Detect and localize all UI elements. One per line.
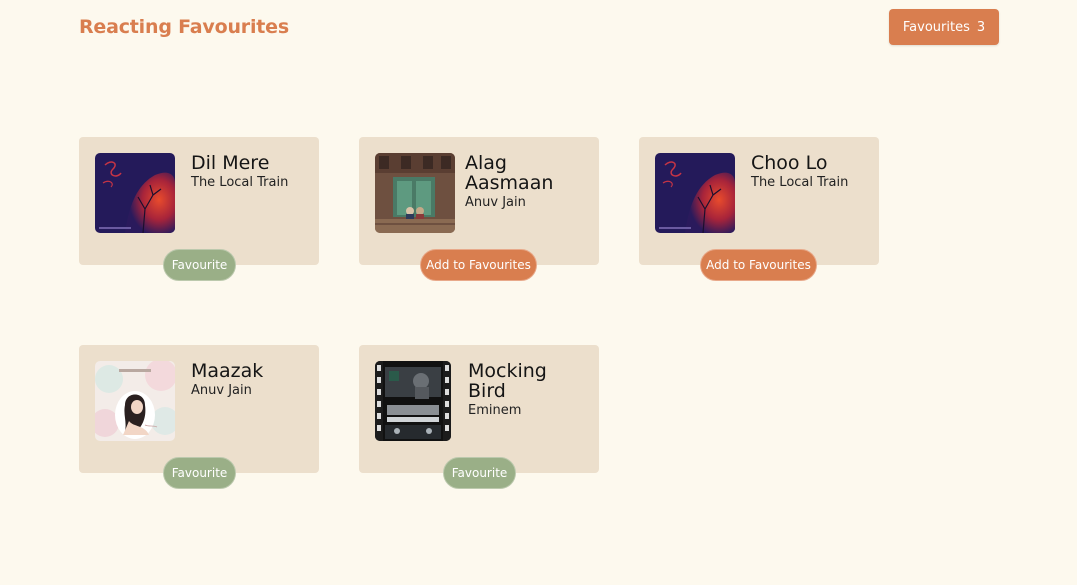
song-artist: The Local Train	[191, 175, 289, 190]
album-art-alag-aasmaan	[375, 153, 455, 233]
favourite-button[interactable]: Favourite	[163, 249, 236, 281]
song-artist: Eminem	[468, 403, 522, 418]
song-card: Dil Mere The Local Train Favourite	[79, 137, 319, 281]
favourites-button[interactable]: Favourites 3	[889, 9, 999, 45]
add-to-favourites-button[interactable]: Add to Favourites	[700, 249, 817, 281]
favourite-button[interactable]: Favourite	[163, 457, 236, 489]
album-art-maazak	[95, 361, 175, 441]
song-card: Maazak Anuv Jain Favourite	[79, 345, 319, 489]
album-art-dil-mere	[95, 153, 175, 233]
song-card: Choo Lo The Local Train Add to Favourite…	[639, 137, 879, 281]
album-art-choo-lo	[655, 153, 735, 233]
app-title: Reacting Favourites	[79, 16, 289, 38]
favourites-count: 3	[976, 19, 986, 35]
song-title: Alag Aasmaan	[465, 152, 554, 194]
song-title: Dil Mere	[191, 152, 270, 174]
song-title: Maazak	[191, 360, 264, 382]
favourite-button[interactable]: Favourite	[443, 457, 516, 489]
song-artist: Anuv Jain	[191, 383, 252, 398]
song-card: Alag Aasmaan Anuv Jain Add to Favourites	[359, 137, 599, 281]
song-artist: The Local Train	[751, 175, 849, 190]
song-artist: Anuv Jain	[465, 195, 526, 210]
song-title: Choo Lo	[751, 152, 828, 174]
song-title: Mocking Bird	[468, 360, 547, 402]
song-card: Mocking Bird Eminem Favourite	[359, 345, 599, 489]
album-art-mocking-bird	[375, 361, 451, 441]
favourites-button-label: Favourites	[902, 19, 970, 35]
add-to-favourites-button[interactable]: Add to Favourites	[420, 249, 537, 281]
